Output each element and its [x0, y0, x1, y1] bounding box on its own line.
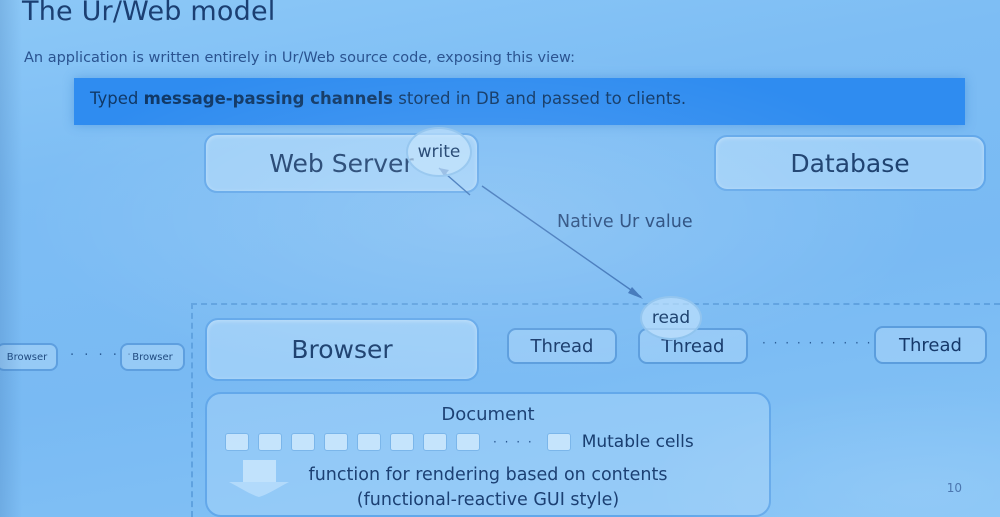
- document-title: Document: [441, 404, 535, 425]
- node-thread-1: Thread: [507, 328, 617, 364]
- mutable-cell: [456, 433, 480, 451]
- mutable-cell: [390, 433, 414, 451]
- web-server-label: Web Server: [269, 148, 414, 178]
- slide-subtitle: An application is written entirely in Ur…: [24, 50, 575, 66]
- mini-browser-2-label: Browser: [132, 351, 173, 363]
- mutable-cell: [423, 433, 447, 451]
- slide-canvas: The Ur/Web model An application is writt…: [0, 0, 1000, 517]
- node-thread-3: Thread: [874, 326, 987, 364]
- banner-prefix: Typed: [90, 89, 144, 108]
- banner-suffix: stored in DB and passed to clients.: [393, 89, 687, 108]
- mutable-cells-row: · · · · Mutable cells: [225, 432, 694, 452]
- annotation-write: write: [406, 127, 472, 177]
- mutable-cell: [357, 433, 381, 451]
- mutable-cells-label: Mutable cells: [581, 432, 694, 452]
- mutable-cell: [258, 433, 282, 451]
- render-function-line-1: function for rendering based on contents: [308, 465, 668, 485]
- highlight-banner: Typed message-passing channels stored in…: [74, 78, 965, 125]
- browser-label: Browser: [291, 335, 393, 364]
- node-browser: Browser: [205, 318, 479, 381]
- mutable-cell: [324, 433, 348, 451]
- annotation-read: read: [640, 296, 702, 340]
- threads-ellipsis: · · · · · · · · · ·: [762, 336, 873, 350]
- page-title: The Ur/Web model: [22, 0, 276, 27]
- mutable-cell: [291, 433, 315, 451]
- left-edge-shadow: [0, 0, 22, 517]
- node-document: Document · · · · Mutable cells function …: [205, 392, 771, 517]
- mutable-cell-legend: [546, 433, 571, 451]
- node-mini-browser-1: Browser: [0, 343, 58, 371]
- render-function-line-2: (functional-reactive GUI style): [356, 490, 620, 510]
- native-ur-value-label: Native Ur value: [557, 212, 693, 232]
- node-database: Database: [714, 135, 986, 191]
- database-label: Database: [790, 148, 910, 178]
- read-label: read: [651, 308, 691, 328]
- banner-text: Typed message-passing channels stored in…: [90, 89, 686, 108]
- cells-ellipsis: · · · ·: [493, 435, 534, 449]
- page-number: 10: [946, 481, 962, 495]
- banner-bold: message-passing channels: [143, 89, 394, 108]
- mutable-cell: [225, 433, 249, 451]
- thread-3-label: Thread: [899, 334, 962, 356]
- write-label: write: [417, 142, 461, 162]
- mini-browser-1-label: Browser: [6, 351, 48, 363]
- thread-1-label: Thread: [530, 335, 594, 357]
- node-mini-browser-2: Browser: [120, 343, 185, 371]
